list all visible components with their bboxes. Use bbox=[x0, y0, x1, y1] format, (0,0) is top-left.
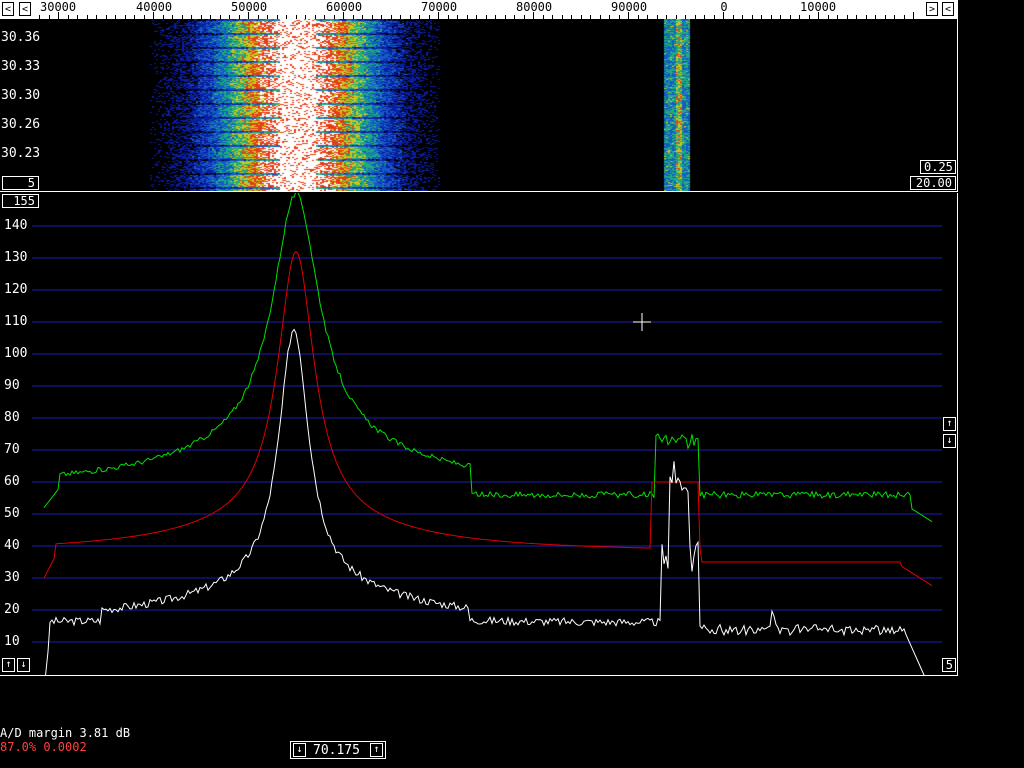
spectrum-gridlines bbox=[32, 225, 942, 643]
scroll-left-fast-button[interactable]: < bbox=[19, 2, 31, 16]
waterfall-range-box[interactable]: 20.00 bbox=[910, 176, 956, 190]
waterfall-gain-box[interactable]: 0.25 bbox=[920, 160, 956, 174]
tune-down-button[interactable]: ↓ bbox=[293, 743, 306, 757]
spectrum-y-label: 30 bbox=[4, 570, 20, 585]
waterfall-time-label: 30.23 bbox=[1, 146, 41, 161]
waterfall-time-label: 30.33 bbox=[1, 59, 41, 74]
tuning-frequency-value[interactable]: 70.175 bbox=[313, 743, 360, 758]
crosshair-cursor bbox=[633, 313, 651, 331]
spectrum-y-label: 20 bbox=[4, 602, 20, 617]
tuning-frequency-box[interactable]: ↓ 70.175 ↑ bbox=[290, 741, 386, 759]
frequency-scale-label: 50000 bbox=[231, 0, 268, 14]
frequency-scale-label: 0 bbox=[720, 0, 728, 14]
spectrum-y-label: 110 bbox=[4, 314, 28, 329]
spectrum-scale-up-button[interactable]: ↑ bbox=[2, 658, 15, 672]
waterfall-time-label: 30.26 bbox=[1, 117, 41, 132]
waterfall-time-label: 30.36 bbox=[1, 30, 41, 45]
spectrum-display[interactable]: 155 140 130 120 110 100 90 80 70 60 50 40 30 20 10 ↑ … bbox=[0, 193, 958, 676]
cpu-load-status: 87.0% 0.0002 bbox=[0, 740, 87, 754]
spectrum-y-label: 70 bbox=[4, 442, 20, 457]
frequency-scale-label: 80000 bbox=[516, 0, 553, 14]
spectrum-top-level-box[interactable]: 155 bbox=[2, 194, 39, 208]
spectrum-y-label: 40 bbox=[4, 538, 20, 553]
spectrum-offset-down-button[interactable]: ↓ bbox=[943, 434, 956, 448]
average-trace bbox=[43, 250, 933, 587]
spectrum-y-label: 120 bbox=[4, 282, 28, 297]
spectrum-y-label: 130 bbox=[4, 250, 28, 265]
waterfall-canvas[interactable] bbox=[0, 19, 958, 191]
spectrum-y-label: 140 bbox=[4, 218, 28, 233]
spectrum-db-per-div-box[interactable]: 5 bbox=[942, 658, 956, 672]
spectrum-y-label: 50 bbox=[4, 506, 20, 521]
scroll-left-button[interactable]: < bbox=[2, 2, 14, 16]
max-hold-trace bbox=[43, 193, 933, 523]
waterfall-time-label: 30.30 bbox=[1, 88, 41, 103]
tune-up-button[interactable]: ↑ bbox=[370, 743, 383, 757]
spectrum-graph[interactable] bbox=[0, 193, 958, 676]
frequency-scale-label: 90000 bbox=[611, 0, 648, 14]
spectrum-y-label: 80 bbox=[4, 410, 20, 425]
ad-margin-status: A/D margin 3.81 dB bbox=[0, 726, 131, 740]
zoom-out-button[interactable]: < bbox=[942, 2, 954, 16]
spectrum-y-label: 10 bbox=[4, 634, 20, 649]
scroll-right-button[interactable]: > bbox=[926, 2, 938, 16]
spectrum-y-label: 100 bbox=[4, 346, 28, 361]
spectrum-y-label: 90 bbox=[4, 378, 20, 393]
waterfall-display[interactable]: 30.36 30.33 30.30 30.26 30.23 5 0.25 20.… bbox=[0, 19, 958, 191]
frequency-scale-label: 60000 bbox=[326, 0, 363, 14]
spectrum-offset-up-button[interactable]: ↑ bbox=[943, 417, 956, 431]
spectrum-scale-down-button[interactable]: ↓ bbox=[17, 658, 30, 672]
frequency-scale[interactable]: < < 30000 40000 50000 60000 70000 80000 90000 0… bbox=[0, 0, 958, 19]
waterfall-average-box[interactable]: 5 bbox=[2, 176, 39, 190]
live-spectrum-trace bbox=[44, 328, 926, 676]
spectrum-y-label: 60 bbox=[4, 474, 20, 489]
frequency-scale-label: 70000 bbox=[421, 0, 458, 14]
frequency-scale-label: 40000 bbox=[136, 0, 173, 14]
